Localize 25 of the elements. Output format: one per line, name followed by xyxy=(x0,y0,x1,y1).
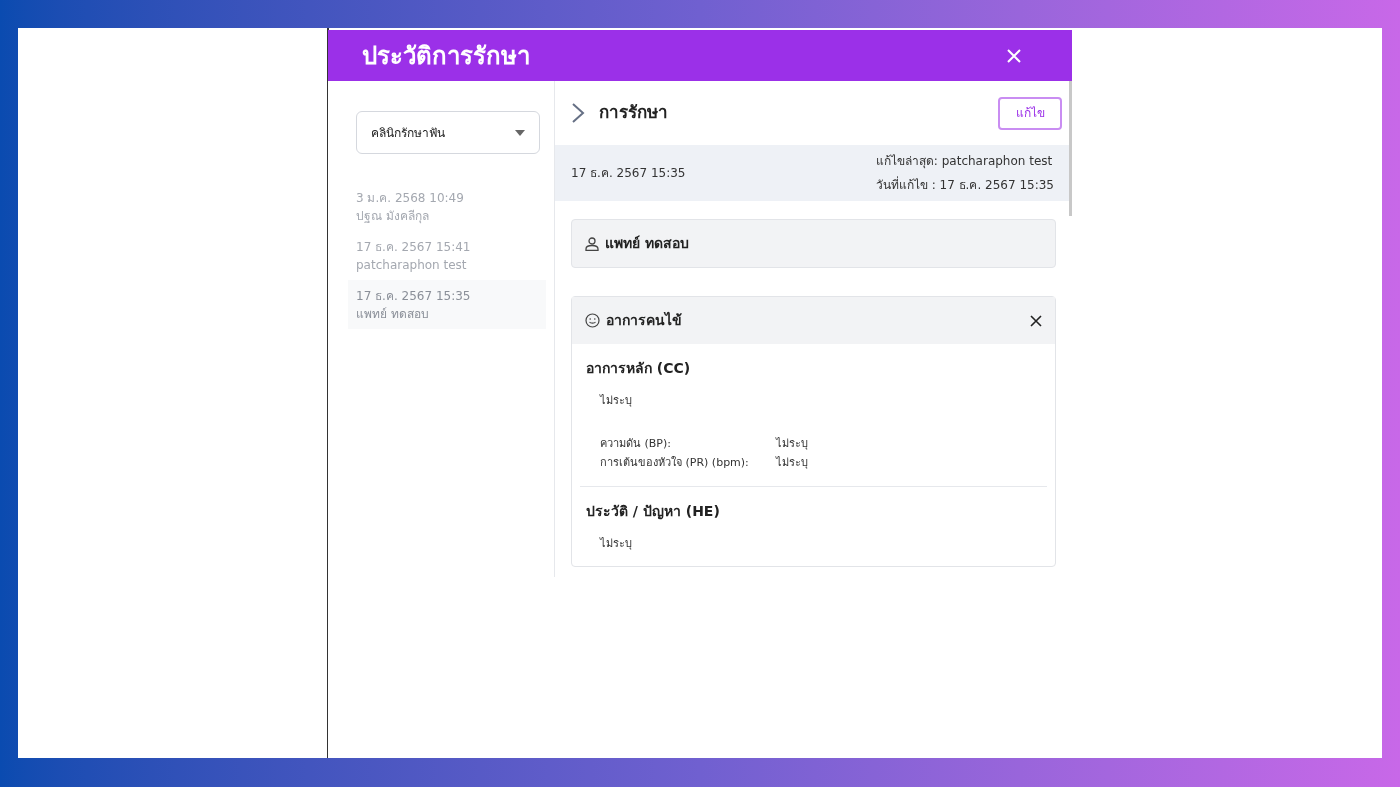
section-text: ไม่ระบุ xyxy=(600,393,632,409)
history-item[interactable]: 3 ม.ค. 2568 10:49 ปฐณ มังคลีกุล xyxy=(348,182,546,231)
field-value: ไม่ระบุ xyxy=(776,435,808,452)
dialog-title: ประวัติการรักษา xyxy=(362,40,530,72)
doctor-name: แพทย์ ทดสอบ xyxy=(605,234,689,253)
section-text: ไม่ระบุ xyxy=(600,535,632,552)
section-heading: ประวัติ / ปัญหา (HE) xyxy=(586,501,721,522)
last-edited-by: แก้ไขล่าสุด: patcharaphon test xyxy=(875,153,1053,170)
field-label: ความดัน (BP): xyxy=(600,435,672,452)
user-icon xyxy=(585,236,599,251)
edited-date: วันที่แก้ไข : 17 ธ.ค. 2567 15:35 xyxy=(875,176,1054,194)
symptoms-title: อาการคนไข้ xyxy=(606,311,682,330)
field-value: ไม่ระบุ xyxy=(776,455,808,471)
smiley-icon xyxy=(585,313,600,328)
caret-icon xyxy=(515,129,525,136)
chevron-right-icon[interactable] xyxy=(571,102,585,124)
section-heading: อาการหลัก (CC) xyxy=(586,359,692,378)
field-label: การเต้นของหัวใจ (PR) (bpm): xyxy=(600,455,750,471)
close-icon[interactable] xyxy=(1030,314,1042,327)
record-title: การรักษา xyxy=(599,101,668,125)
edit-button[interactable]: แก้ไข xyxy=(998,96,1062,130)
history-item[interactable]: 17 ธ.ค. 2567 15:35 แพทย์ ทดสอบ xyxy=(348,280,546,329)
clinic-dropdown[interactable]: คลินิกรักษาฟัน xyxy=(356,111,540,154)
record-date: 17 ธ.ค. 2567 15:35 xyxy=(571,165,686,182)
history-item[interactable]: 17 ธ.ค. 2567 15:41 patcharaphon test xyxy=(348,231,546,280)
